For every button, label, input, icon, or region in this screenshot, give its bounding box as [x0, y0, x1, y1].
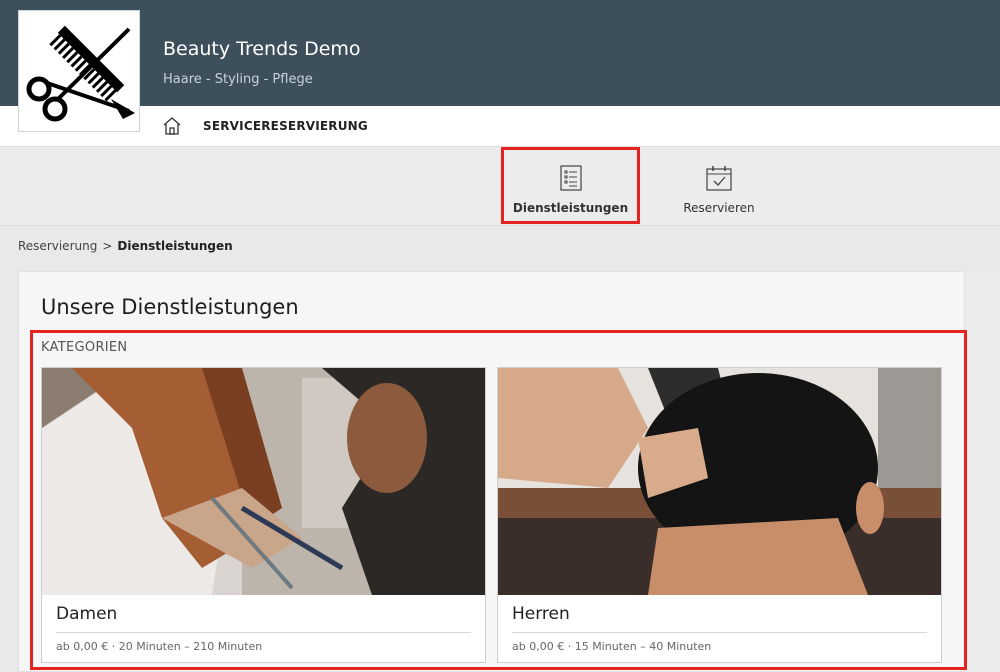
tab-dienstleistungen[interactable]: Dienstleistungen [501, 147, 640, 224]
category-card-herren[interactable]: Herren ab 0,00 € · 15 Minuten – 40 Minut… [497, 367, 942, 663]
sidebar-strip [965, 271, 1000, 672]
category-name[interactable]: Damen [56, 604, 117, 624]
category-image-herren[interactable] [498, 368, 941, 595]
category-meta: ab 0,00 € · 20 Minuten – 210 Minuten [56, 640, 263, 653]
scissors-comb-icon[interactable] [18, 10, 140, 132]
nav-bar: SERVICERESERVIERUNG [0, 106, 1000, 147]
header-bar: Beauty Trends Demo Haare - Styling - Pfl… [0, 0, 1000, 106]
tab-label: Dienstleistungen [512, 201, 629, 215]
card-divider [56, 632, 471, 633]
category-meta: ab 0,00 € · 15 Minuten – 40 Minuten [512, 640, 712, 653]
home-icon[interactable] [162, 116, 182, 136]
breadcrumb-separator: > [102, 239, 113, 253]
breadcrumb-reservierung[interactable]: Reservierung [18, 239, 97, 253]
site-subtitle: Haare - Styling - Pflege [163, 72, 313, 87]
category-name[interactable]: Herren [512, 604, 570, 624]
tab-reservieren[interactable]: Reservieren [650, 147, 788, 223]
calendar-check-icon [706, 166, 732, 191]
site-title[interactable]: Beauty Trends Demo [163, 38, 361, 60]
page-title: Unsere Dienstleistungen [41, 295, 299, 319]
categories-label: KATEGORIEN [41, 340, 128, 355]
nav-title[interactable]: SERVICERESERVIERUNG [203, 119, 368, 133]
list-icon [559, 165, 582, 191]
tab-label: Reservieren [683, 201, 755, 215]
step-tabs: Dienstleistungen Reservieren [0, 147, 1000, 226]
breadcrumb-current: Dienstleistungen [117, 239, 233, 253]
card-divider [512, 632, 927, 633]
breadcrumb: Reservierung > Dienstleistungen [18, 239, 233, 253]
category-image-damen[interactable] [42, 368, 485, 595]
category-card-damen[interactable]: Damen ab 0,00 € · 20 Minuten – 210 Minut… [41, 367, 486, 663]
